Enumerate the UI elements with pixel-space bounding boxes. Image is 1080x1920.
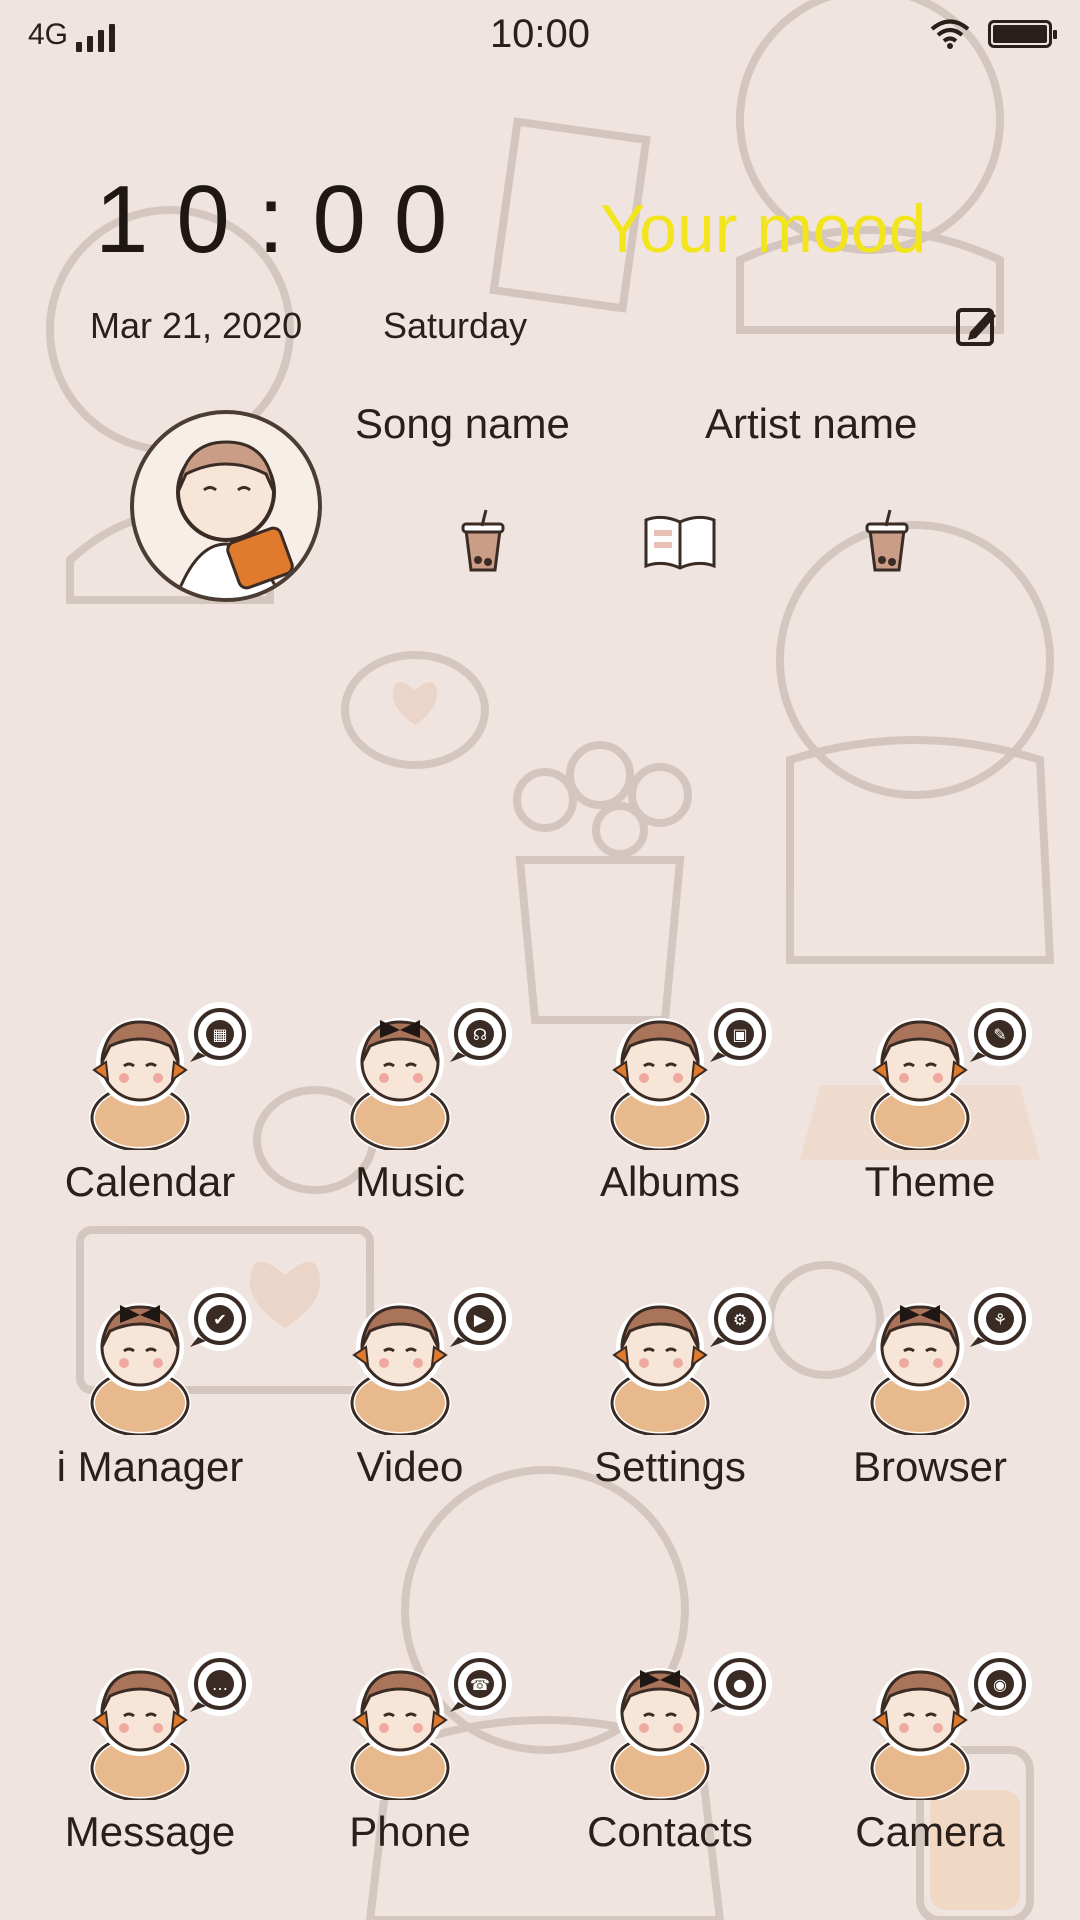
edit-icon[interactable] [954, 304, 998, 348]
artist-name: Artist name [705, 400, 918, 447]
gear-badge-icon: ⚙ [609, 1287, 772, 1435]
svg-text:☊: ☊ [473, 1025, 487, 1044]
widget-date: Mar 21, 2020 [90, 305, 303, 346]
wifi-icon [930, 19, 970, 49]
svg-text:▦: ▦ [212, 1025, 227, 1044]
svg-text:⚘: ⚘ [993, 1310, 1007, 1329]
image-badge-icon: ▣ [609, 1002, 772, 1150]
person-badge-icon: ● [609, 1652, 772, 1800]
svg-text:⚙: ⚙ [733, 1310, 747, 1329]
svg-text:…: … [212, 1675, 228, 1694]
app-music[interactable]: ☊ Music [290, 1000, 530, 1240]
app-label: Theme [864, 1158, 996, 1205]
mood-text[interactable]: Your mood [600, 190, 926, 268]
app-label: Settings [594, 1443, 746, 1490]
svg-text:✎: ✎ [993, 1025, 1006, 1044]
app-label: i Manager [56, 1443, 244, 1490]
status-bar: 4G 10:00 [0, 0, 1080, 70]
app-browser[interactable]: ⚘ Browser [810, 1285, 1050, 1525]
app-label: Contacts [587, 1808, 753, 1855]
status-time: 10:00 [489, 12, 591, 56]
app-video[interactable]: ▶ Video [290, 1285, 530, 1525]
app-label: Music [355, 1158, 465, 1205]
svg-text:☎: ☎ [470, 1675, 490, 1694]
chat-badge-icon: … [89, 1652, 252, 1800]
previous-button[interactable] [448, 506, 518, 576]
music-cover-avatar[interactable] [130, 410, 322, 602]
calendar-badge-icon: ▦ [89, 1002, 252, 1150]
svg-text:●: ● [733, 1675, 747, 1694]
app-contacts[interactable]: ● Contacts [550, 1650, 790, 1890]
playlist-button[interactable] [640, 506, 720, 576]
app-label: Albums [599, 1158, 741, 1205]
shield-check-badge-icon: ✔ [89, 1287, 252, 1435]
app-settings[interactable]: ⚙ Settings [550, 1285, 790, 1525]
svg-text:◉: ◉ [993, 1675, 1007, 1694]
camera-badge-icon: ◉ [869, 1652, 1032, 1800]
clapper-badge-icon: ▶ [349, 1287, 512, 1435]
battery-icon [988, 20, 1057, 48]
app-label: Phone [349, 1808, 471, 1855]
svg-text:▶: ▶ [474, 1310, 487, 1329]
app-message[interactable]: … Message [30, 1650, 270, 1890]
svg-text:✔: ✔ [213, 1310, 226, 1329]
plant-badge-icon: ⚘ [869, 1287, 1032, 1435]
app-phone[interactable]: ☎ Phone [290, 1650, 530, 1890]
wallpaper [46, 0, 1055, 1920]
app-label: Message [64, 1808, 236, 1855]
brush-badge-icon: ✎ [869, 1002, 1032, 1150]
widget-weekday: Saturday [383, 305, 528, 346]
app-theme[interactable]: ✎ Theme [810, 1000, 1050, 1240]
app-label: Video [356, 1443, 464, 1490]
app-albums[interactable]: ▣ Albums [550, 1000, 790, 1240]
widget-clock: 10:00 [95, 166, 476, 273]
svg-text:▣: ▣ [732, 1025, 747, 1044]
headphones-badge-icon: ☊ [349, 1002, 512, 1150]
app-camera[interactable]: ◉ Camera [810, 1650, 1050, 1890]
app-i-manager[interactable]: ✔ i Manager [30, 1285, 270, 1525]
app-label: Calendar [64, 1158, 236, 1205]
app-calendar[interactable]: ▦ Calendar [30, 1000, 270, 1240]
phone-badge-icon: ☎ [349, 1652, 512, 1800]
app-label: Camera [855, 1808, 1005, 1855]
next-button[interactable] [852, 506, 922, 576]
app-label: Browser [852, 1443, 1008, 1490]
song-name: Song name [355, 400, 570, 447]
